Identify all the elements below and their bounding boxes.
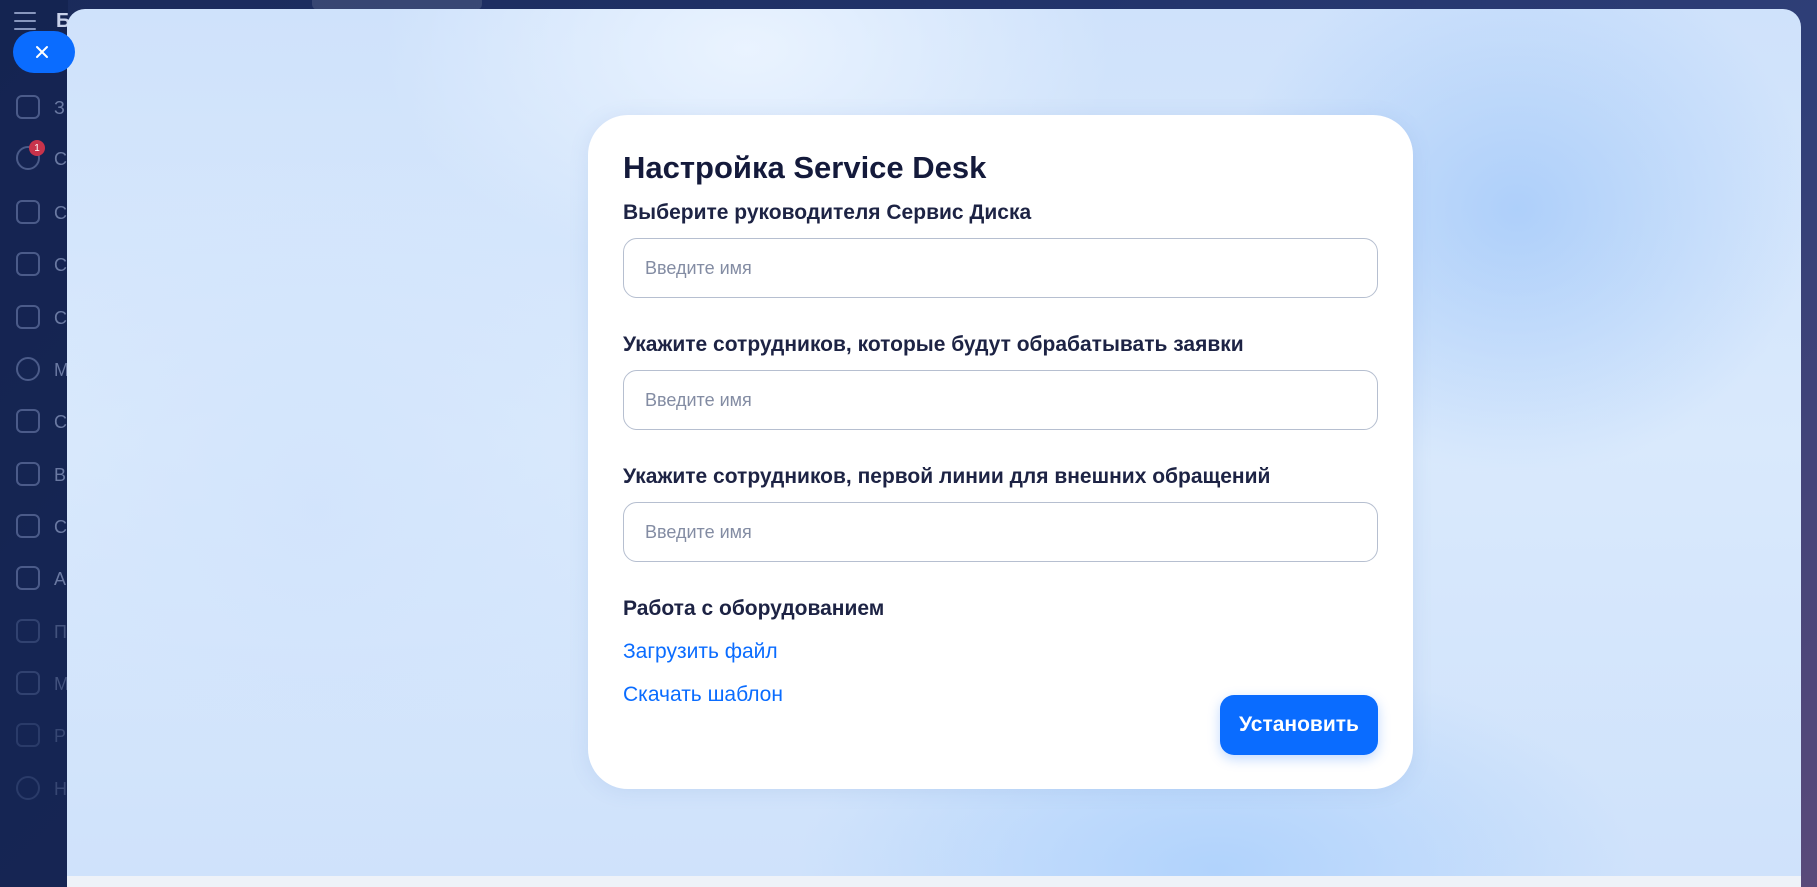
sidebar-item-9[interactable]: С [16, 514, 67, 538]
sidebar-item-dev[interactable]: Р [16, 723, 66, 747]
install-button[interactable]: Установить [1220, 695, 1378, 755]
sidebar-item-marketing[interactable]: М [16, 357, 69, 381]
sidebar-item-11[interactable]: П [16, 619, 67, 643]
sidebar-item-shop[interactable]: С [16, 409, 67, 433]
upload-file-link[interactable]: Загрузить файл [623, 639, 1378, 665]
close-icon [36, 46, 48, 58]
field-group-first-line: Укажите сотрудников, первой линии для вн… [623, 464, 1378, 562]
equipment-section-label: Работа с оборудованием [623, 597, 885, 620]
head-field-label: Выберите руководителя Сервис Диска [623, 201, 1032, 224]
close-slider-button[interactable] [13, 31, 75, 73]
sidebar-item-5[interactable]: С [16, 305, 67, 329]
page-title: Настройка Service Desk [623, 150, 987, 185]
sidebar-item-3[interactable]: С [16, 200, 67, 224]
settings-card: Настройка Service Desk Выберите руководи… [588, 115, 1413, 789]
first-line-field-label: Укажите сотрудников, первой линии для вн… [623, 465, 1271, 488]
sidebar-item-market[interactable]: М [16, 671, 69, 695]
handlers-field-label: Укажите сотрудников, которые будут обраб… [623, 333, 1244, 356]
handlers-input[interactable] [623, 370, 1378, 430]
hamburger-menu-icon[interactable] [14, 12, 36, 30]
field-group-handlers: Укажите сотрудников, которые будут обраб… [623, 332, 1378, 430]
sidebar-item-analytics[interactable]: В [16, 462, 66, 486]
notification-badge: 1 [29, 140, 45, 156]
slider-bottom-bar [67, 876, 1801, 887]
sidebar-item-tasks[interactable]: З [16, 95, 65, 119]
sidebar-item-calendar[interactable]: С [16, 252, 67, 276]
sidebar-item-automation[interactable]: А [16, 566, 66, 590]
first-line-input[interactable] [623, 502, 1378, 562]
background-sidebar: Б З С 1 С С С М С В С А П М Р Н [0, 0, 70, 887]
head-input[interactable] [623, 238, 1378, 298]
sidebar-item-settings[interactable]: Н [16, 776, 67, 800]
slider-panel: Настройка Service Desk Выберите руководи… [67, 9, 1801, 878]
field-group-head: Выберите руководителя Сервис Диска [623, 200, 1378, 298]
